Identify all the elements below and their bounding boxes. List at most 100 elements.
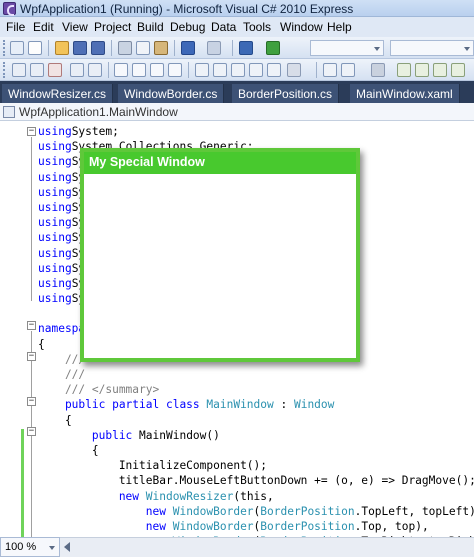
collapse-using-toggle[interactable]: − [27, 127, 36, 136]
open-file-icon[interactable] [55, 41, 69, 55]
restart-icon[interactable] [451, 63, 465, 77]
visual-studio-icon [3, 2, 16, 16]
special-window-title: My Special Window [89, 155, 205, 169]
code-line[interactable]: public MainWindow() [38, 428, 474, 443]
code-line[interactable]: /// [38, 367, 474, 382]
uncomment-icon[interactable] [168, 63, 182, 77]
find-combo[interactable] [390, 40, 474, 56]
prev-bookmark-icon[interactable] [213, 63, 227, 77]
list-members-icon[interactable] [70, 63, 84, 77]
code-token: new [38, 489, 146, 503]
code-line[interactable]: public partial class MainWindow : Window [38, 397, 474, 412]
next-bookmark-folder-icon[interactable] [267, 63, 281, 77]
debug-step-out-icon[interactable] [48, 63, 62, 77]
comment-icon[interactable] [150, 63, 164, 77]
debug-step-over-icon[interactable] [30, 63, 44, 77]
parameter-info-icon[interactable] [88, 63, 102, 77]
code-token: InitializeComponent(); [38, 459, 268, 473]
collapse-constructor-toggle[interactable]: − [27, 427, 36, 436]
menu-view[interactable]: View [62, 20, 88, 34]
toolbox-icon[interactable] [323, 63, 337, 77]
tab-border-position[interactable]: BorderPosition.cs [232, 84, 340, 103]
horizontal-scrollbar[interactable] [60, 537, 474, 557]
collapse-class-toggle[interactable]: − [27, 397, 36, 406]
redo-icon[interactable] [207, 41, 221, 55]
code-line[interactable]: new WindowBorder(BorderPosition.TopLeft,… [38, 504, 474, 519]
continue-debug-icon[interactable] [266, 41, 280, 55]
undo-icon[interactable] [181, 41, 195, 55]
copy-icon[interactable] [136, 41, 150, 55]
add-item-icon[interactable] [28, 41, 42, 55]
zoom-select[interactable]: 100 % [0, 537, 60, 557]
code-token: .Top, top), [354, 519, 429, 533]
code-line[interactable]: InitializeComponent(); [38, 458, 474, 473]
code-line[interactable]: new WindowBorder(BorderPosition.Top, top… [38, 519, 474, 534]
zoom-level: 100 % [5, 541, 37, 553]
code-token: WindowBorder [172, 504, 254, 518]
document-tabs: WindowResizer.cs WindowBorder.cs BorderP… [0, 81, 474, 103]
save-all-icon[interactable] [91, 41, 105, 55]
configuration-select[interactable] [310, 40, 384, 56]
code-token: using [38, 155, 72, 169]
code-token: namespa [38, 322, 86, 336]
menu-file[interactable]: File [6, 20, 25, 34]
toolbar-grip[interactable] [3, 62, 6, 78]
prev-bookmark-folder-icon[interactable] [249, 63, 263, 77]
start-icon[interactable] [397, 63, 411, 77]
indicator-margin[interactable] [0, 121, 22, 537]
special-window-title-bar[interactable]: My Special Window [84, 152, 356, 174]
menu-project[interactable]: Project [94, 20, 131, 34]
special-window[interactable]: My Special Window [80, 148, 360, 362]
menu-tools[interactable]: Tools [243, 20, 271, 34]
stop-icon[interactable] [433, 63, 447, 77]
new-project-icon[interactable] [10, 41, 24, 55]
debug-step-icon[interactable] [12, 63, 26, 77]
tab-main-window-xaml[interactable]: MainWindow.xaml [350, 84, 460, 103]
indent-icon[interactable] [132, 63, 146, 77]
code-token: BorderPosition [260, 519, 355, 533]
code-line[interactable]: /// </summary> [38, 382, 474, 397]
toolbar-grip[interactable] [3, 40, 6, 56]
title-bar[interactable]: WpfApplication1 (Running) - Microsoft Vi… [0, 0, 474, 17]
toolbar-separator [48, 40, 49, 56]
bookmark-icon[interactable] [195, 63, 209, 77]
tab-window-border[interactable]: WindowBorder.cs [118, 84, 225, 103]
navigation-bar[interactable]: WpfApplication1.MainWindow [0, 103, 474, 121]
outdent-icon[interactable] [114, 63, 128, 77]
toolbar-separator [174, 40, 175, 56]
code-token: new [38, 519, 173, 533]
menu-debug[interactable]: Debug [170, 20, 205, 34]
collapse-namespace-toggle[interactable]: − [27, 321, 36, 330]
menu-build[interactable]: Build [137, 20, 164, 34]
code-line[interactable]: new WindowResizer(this, [38, 489, 474, 504]
menu-bar: File Edit View Project Build Debug Data … [0, 17, 474, 37]
scroll-left-icon[interactable] [64, 542, 70, 552]
menu-help[interactable]: Help [327, 20, 352, 34]
break-all-icon[interactable] [415, 63, 429, 77]
next-bookmark-icon[interactable] [231, 63, 245, 77]
code-line[interactable]: { [38, 413, 474, 428]
code-token: MainWindow [206, 398, 274, 412]
code-token: using [38, 261, 72, 275]
code-line[interactable]: { [38, 443, 474, 458]
type-dropdown[interactable]: WpfApplication1.MainWindow [19, 105, 178, 119]
code-line[interactable]: usingSystem; [38, 124, 474, 139]
fold-guide [31, 137, 32, 301]
menu-edit[interactable]: Edit [33, 20, 54, 34]
menu-window[interactable]: Window [280, 20, 323, 34]
toolbar-separator [108, 62, 109, 78]
code-token: MainWindow() [139, 428, 220, 442]
paste-icon[interactable] [154, 41, 168, 55]
tab-window-resizer[interactable]: WindowResizer.cs [2, 84, 114, 103]
code-line[interactable]: titleBar.MouseLeftButtonDown += (o, e) =… [38, 473, 474, 488]
save-icon[interactable] [73, 41, 87, 55]
code-token: using [38, 185, 72, 199]
collapse-comment-toggle[interactable]: − [27, 352, 36, 361]
cut-icon[interactable] [118, 41, 132, 55]
properties-icon[interactable] [341, 63, 355, 77]
code-token: using [38, 140, 72, 154]
menu-data[interactable]: Data [211, 20, 236, 34]
navigate-icon[interactable] [239, 41, 253, 55]
options-icon[interactable] [371, 63, 385, 77]
clear-bookmarks-icon[interactable] [287, 63, 301, 77]
